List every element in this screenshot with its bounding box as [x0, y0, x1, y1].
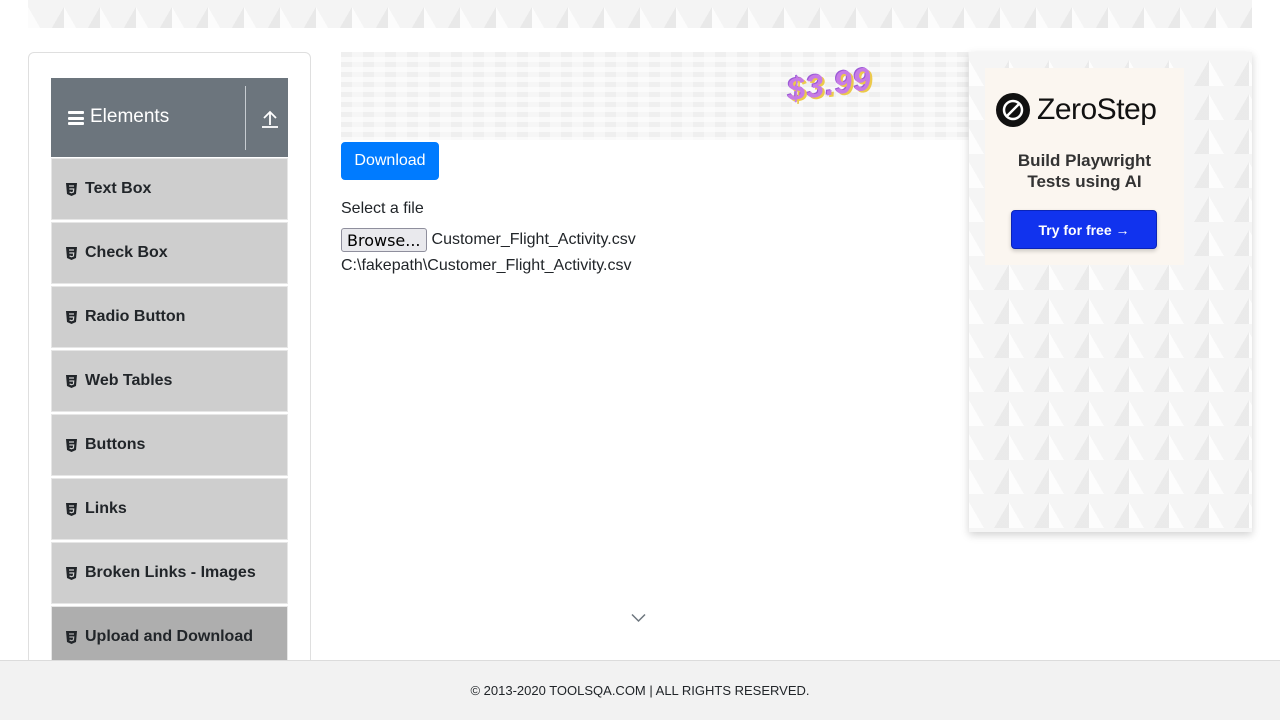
sidebar-item-label: Radio Button [85, 308, 186, 325]
upload-arrow-icon[interactable] [261, 109, 279, 129]
selected-file-name: Customer_Flight_Activity.csv [431, 231, 636, 248]
elements-group-header[interactable]: Elements [51, 78, 288, 157]
html5-shield-icon [66, 502, 77, 516]
sidebar-item-links[interactable]: Links [51, 478, 288, 540]
sidebar-item-label: Upload and Download [85, 628, 253, 645]
sidebar-item-broken-links-images[interactable]: Broken Links - Images [51, 542, 288, 604]
sidebar-item-web-tables[interactable]: Web Tables [51, 350, 288, 412]
sidebar-item-buttons[interactable]: Buttons [51, 414, 288, 476]
element-menu-list: Text Box Check Box Radio Button Web Tabl… [51, 158, 288, 670]
html5-shield-icon [66, 246, 77, 260]
left-sidebar: Elements Text Box Check Box Radio Button… [28, 52, 311, 692]
zerostep-logo-icon [996, 93, 1030, 127]
sidebar-item-label: Broken Links - Images [85, 564, 256, 581]
page-footer: © 2013-2020 TOOLSQA.COM | ALL RIGHTS RES… [0, 660, 1280, 720]
sidebar-item-label: Check Box [85, 244, 168, 261]
sidebar-item-upload-and-download[interactable]: Upload and Download [51, 606, 288, 668]
sidebar-item-label: Buttons [85, 436, 146, 453]
ad-brand-name: ZeroStep [1037, 93, 1157, 126]
header-divider [245, 86, 246, 150]
footer-copyright: © 2013-2020 TOOLSQA.COM | ALL RIGHTS RES… [470, 683, 810, 698]
top-ad-banner [28, 0, 1252, 28]
html5-shield-icon [66, 182, 77, 196]
sidebar-item-radio-button[interactable]: Radio Button [51, 286, 288, 348]
group-title: Elements [90, 106, 170, 127]
sidebar-item-label: Links [85, 500, 127, 517]
select-file-label: Select a file [341, 200, 424, 217]
uploaded-file-path: C:\fakepath\Customer_Flight_Activity.csv [341, 257, 632, 274]
ad-tagline: Build Playwright Tests using AI [1017, 151, 1152, 191]
html5-shield-icon [66, 374, 77, 388]
banner-ad[interactable]: $3.99 [341, 52, 969, 140]
hamburger-icon [68, 111, 84, 125]
sidebar-item-label: Web Tables [85, 372, 173, 389]
sidebar-item-label: Text Box [85, 180, 152, 197]
download-button[interactable]: Download [341, 142, 439, 180]
sidebar-item-check-box[interactable]: Check Box [51, 222, 288, 284]
html5-shield-icon [66, 566, 77, 580]
html5-shield-icon [66, 438, 77, 452]
html5-shield-icon [66, 310, 77, 324]
chevron-down-icon[interactable] [631, 613, 646, 623]
zerostep-ad-card[interactable]: ZeroStep Build Playwright Tests using AI… [985, 68, 1184, 265]
side-ad-panel: ZeroStep Build Playwright Tests using AI… [969, 52, 1252, 532]
ad-price-text: $3.99 [784, 60, 875, 108]
try-for-free-button[interactable]: Try for free → [1011, 210, 1157, 249]
browse-button[interactable]: Browse... [341, 228, 427, 252]
sidebar-item-text-box[interactable]: Text Box [51, 158, 288, 220]
html5-shield-icon [66, 630, 77, 644]
file-input[interactable]: Browse... Customer_Flight_Activity.csv [341, 228, 636, 252]
ad-logo: ZeroStep [995, 92, 1157, 128]
